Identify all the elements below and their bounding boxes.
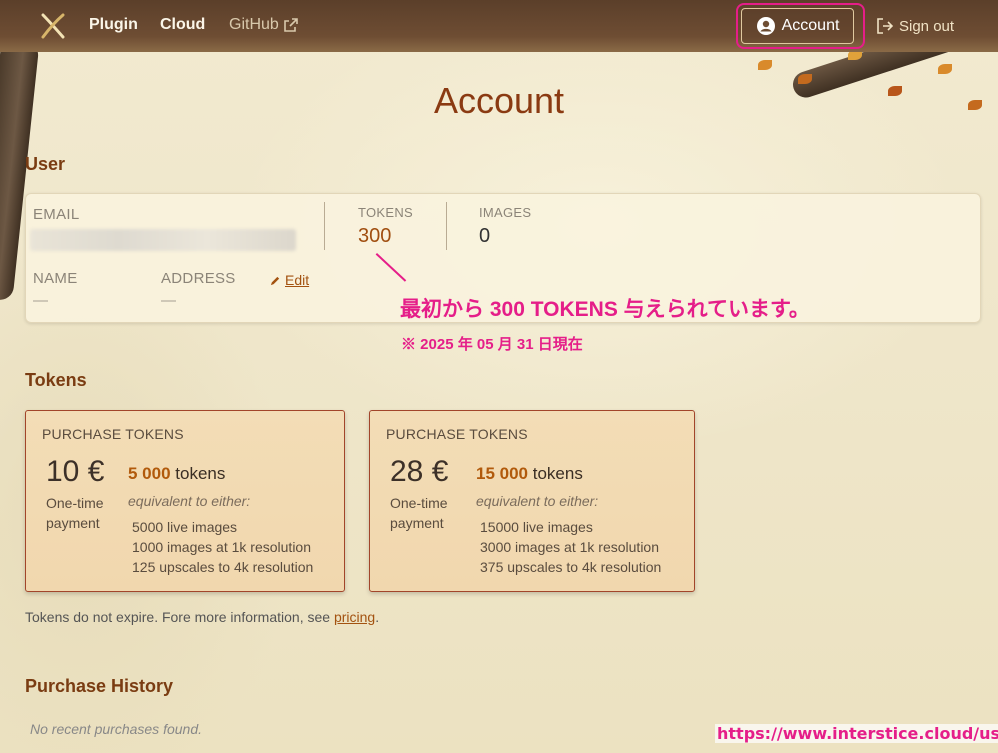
pricing-link[interactable]: pricing (334, 609, 375, 625)
list-item: 15000 live images (480, 519, 593, 535)
tokens-note-text: Tokens do not expire. Fore more informat… (25, 609, 334, 625)
email-value-redacted (30, 229, 296, 251)
address-value: — (161, 292, 176, 309)
purchase-tokens-card-1[interactable]: PURCHASE TOKENS 10 € One-time payment 5 … (25, 410, 345, 592)
divider (446, 202, 447, 250)
tokens-section-title: Tokens (25, 370, 87, 390)
card-price: 28 € (390, 455, 449, 488)
name-label: NAME (33, 270, 78, 287)
token-amount-unit: tokens (175, 464, 226, 483)
images-label: IMAGES (479, 205, 532, 220)
external-link-icon (283, 18, 298, 32)
edit-profile-link[interactable]: Edit (270, 272, 309, 288)
account-button-label: Account (781, 17, 840, 34)
card-label: PURCHASE TOKENS (386, 426, 528, 442)
nav-github-link[interactable]: GitHub (229, 16, 299, 34)
name-value: — (33, 292, 48, 309)
nav-plugin-link[interactable]: Plugin (89, 16, 138, 34)
list-item: 125 upscales to 4k resolution (132, 559, 314, 575)
payment-line-1: One-time (46, 495, 104, 511)
card-price: 10 € (46, 455, 105, 488)
tokens-value: 300 (358, 225, 392, 247)
pencil-icon (270, 276, 280, 285)
card-equivalent-label: equivalent to either: (128, 493, 251, 509)
user-section-title: User (25, 154, 66, 174)
annotation-url: https://www.interstice.cloud/user (715, 724, 998, 743)
card-label: PURCHASE TOKENS (42, 426, 184, 442)
email-label: EMAIL (33, 206, 80, 223)
images-value: 0 (479, 225, 491, 247)
tokens-label: TOKENS (358, 205, 414, 220)
token-amount-value: 5 000 (128, 464, 171, 483)
nav-github-label: GitHub (229, 16, 279, 33)
token-amount-value: 15 000 (476, 464, 528, 483)
edit-link-label: Edit (285, 272, 310, 288)
annotation-main-text: 最初から 300 TOKENS 与えられています。 (400, 298, 810, 321)
token-amount-unit: tokens (532, 464, 583, 483)
payment-line-2: payment (46, 515, 100, 531)
top-navbar: Plugin Cloud GitHub Account Sign out (0, 0, 998, 52)
card-token-amount: 5 000 tokens (128, 464, 225, 484)
card-equivalent-label: equivalent to either: (476, 493, 599, 509)
card-payment-type: One-time payment (46, 493, 104, 533)
card-payment-type: One-time payment (390, 493, 448, 533)
page-title: Account (433, 80, 565, 121)
no-purchases-message: No recent purchases found. (30, 721, 202, 737)
purchase-history-title: Purchase History (25, 676, 174, 696)
account-button[interactable]: Account (741, 8, 854, 44)
tokens-note-suffix: . (375, 609, 380, 625)
card-token-amount: 15 000 tokens (476, 464, 583, 484)
card-equivalent-list: 15000 live images 3000 images at 1k reso… (480, 517, 661, 577)
interstice-logo-icon[interactable] (40, 13, 66, 39)
payment-line-2: payment (390, 515, 444, 531)
sign-out-label: Sign out (899, 17, 955, 35)
list-item: 5000 live images (132, 519, 238, 535)
payment-line-1: One-time (390, 495, 448, 511)
card-equivalent-list: 5000 live images 1000 images at 1k resol… (132, 517, 313, 577)
list-item: 1000 images at 1k resolution (132, 539, 311, 555)
list-item: 375 upscales to 4k resolution (480, 559, 662, 575)
user-circle-icon (756, 17, 775, 35)
divider (324, 202, 325, 250)
address-label: ADDRESS (161, 270, 236, 287)
purchase-tokens-card-2[interactable]: PURCHASE TOKENS 28 € One-time payment 15… (369, 410, 695, 592)
annotation-sub-text: ※ 2025 年 05 月 31 日現在 (401, 336, 583, 353)
list-item: 3000 images at 1k resolution (480, 539, 659, 555)
sign-out-button[interactable]: Sign out (876, 17, 954, 35)
sign-out-icon (877, 18, 894, 34)
tokens-note: Tokens do not expire. Fore more informat… (25, 609, 379, 625)
nav-cloud-link[interactable]: Cloud (160, 16, 205, 34)
